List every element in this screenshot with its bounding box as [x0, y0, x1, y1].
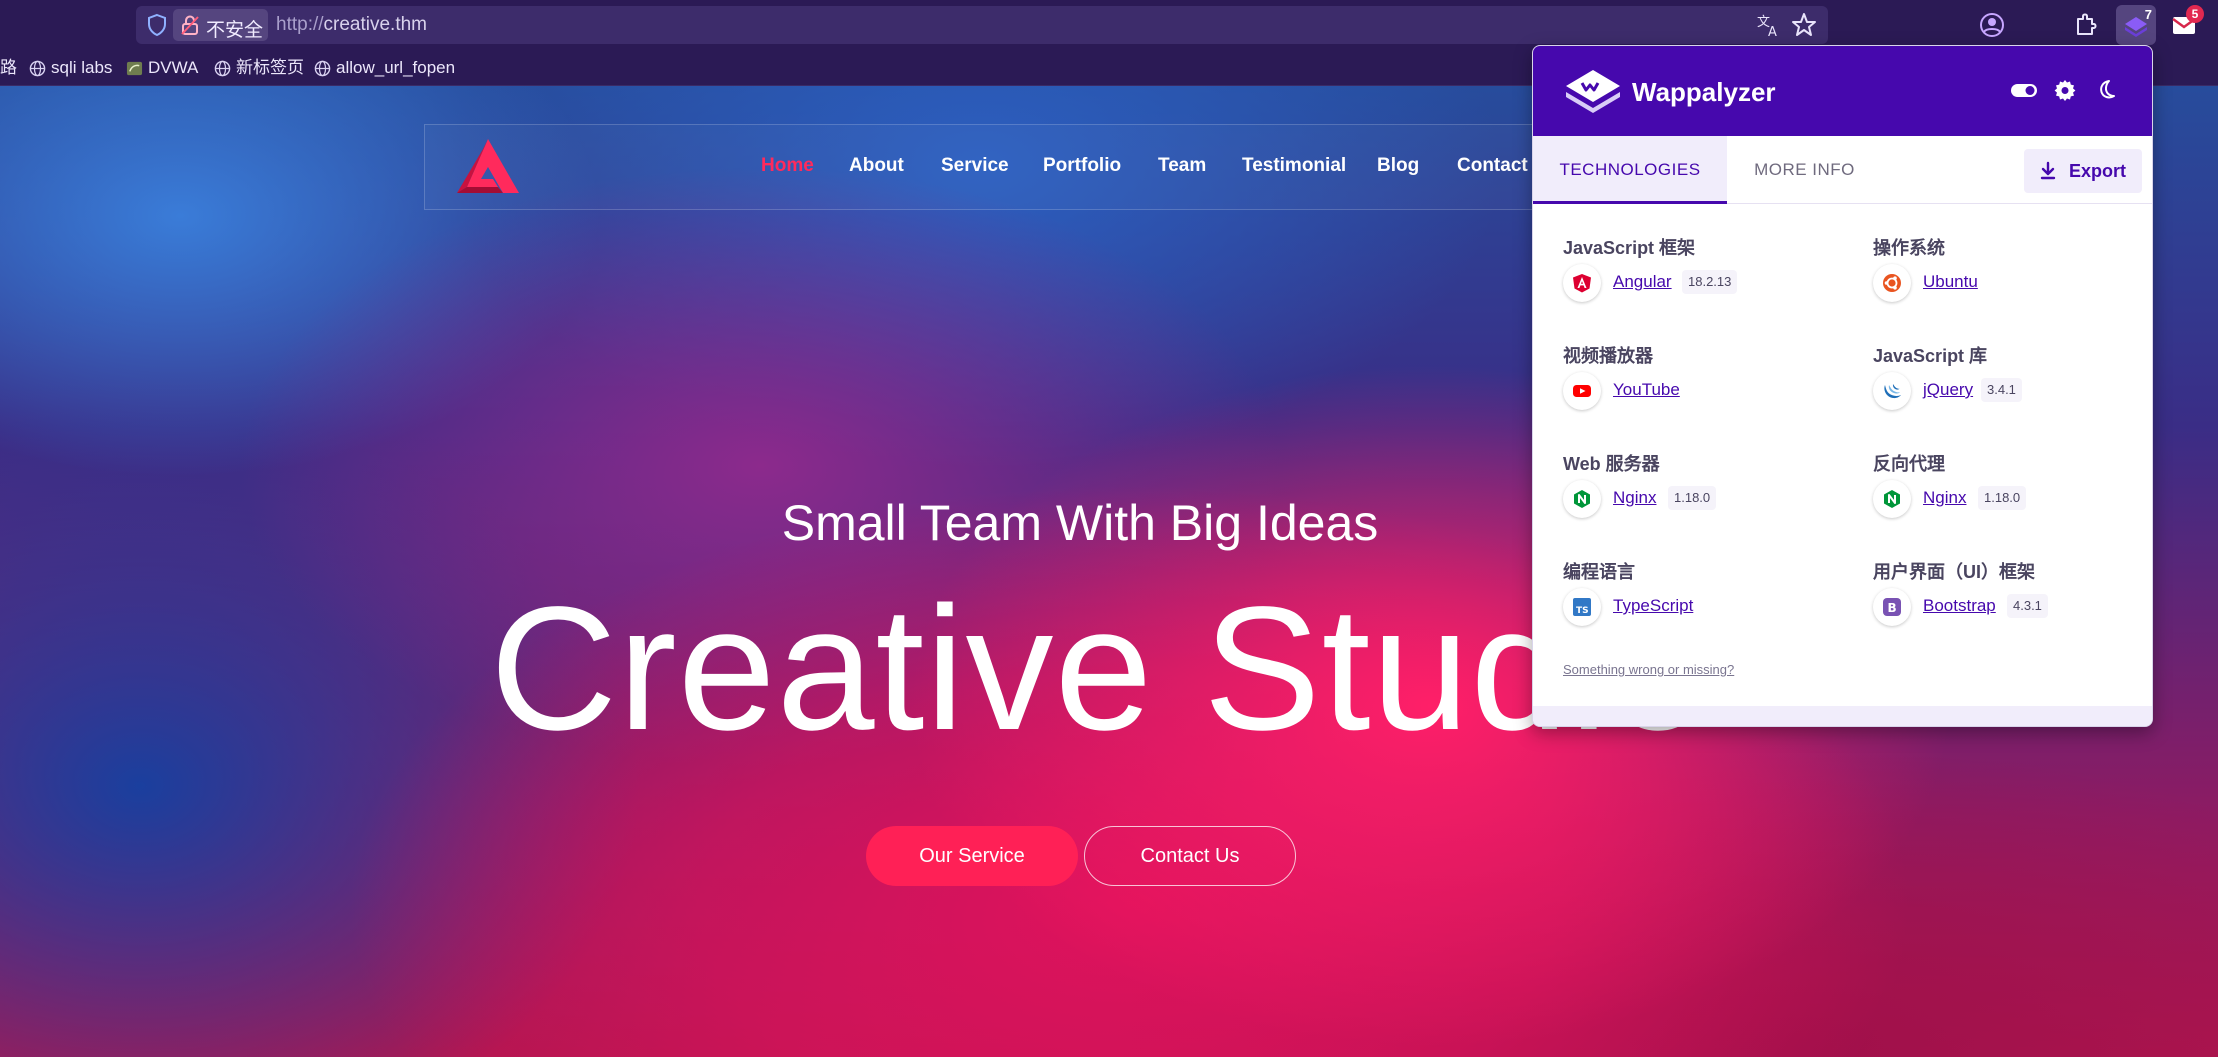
globe-icon — [29, 60, 46, 77]
bookmark-item[interactable]: DVWA — [126, 57, 198, 79]
nav-testimonial[interactable]: Testimonial — [1242, 155, 1346, 177]
tab-technologies[interactable]: TECHNOLOGIES — [1533, 136, 1727, 204]
bookmark-label: 新标签页 — [236, 58, 304, 77]
bootstrap-icon: B — [1873, 588, 1911, 626]
nginx-icon — [1873, 480, 1911, 518]
category-title: JavaScript 库 — [1873, 346, 1988, 366]
tracking-protection-shield-icon[interactable] — [146, 13, 168, 37]
category-javascript-libraries: JavaScript 库 jQuery 3.4.1 — [1873, 342, 2152, 432]
ubuntu-icon — [1873, 264, 1911, 302]
nav-portfolio[interactable]: Portfolio — [1043, 155, 1121, 177]
tech-name[interactable]: Angular — [1613, 272, 1672, 292]
nav-blog[interactable]: Blog — [1377, 155, 1419, 177]
toggle-switch-icon[interactable] — [2010, 78, 2038, 102]
browser-toolbar: 不安全 http://creative.thm 文 A 7 5 — [0, 0, 2218, 50]
feedback-link[interactable]: Something wrong or missing? — [1563, 662, 1734, 677]
bookmark-label: 路 — [0, 58, 17, 77]
url-protocol: http:// — [276, 14, 324, 35]
svg-text:A: A — [1768, 25, 1777, 39]
site-logo-icon[interactable] — [455, 137, 521, 197]
globe-icon — [314, 60, 331, 77]
tech-name[interactable]: jQuery — [1923, 380, 1973, 400]
nav-team[interactable]: Team — [1158, 155, 1206, 177]
download-icon — [2040, 161, 2056, 180]
wappalyzer-title: Wappalyzer — [1632, 77, 1776, 107]
tech-name[interactable]: Nginx — [1923, 488, 1966, 508]
tech-name[interactable]: Bootstrap — [1923, 596, 1996, 616]
nginx-icon — [1563, 480, 1601, 518]
category-title: 编程语言 — [1563, 562, 1635, 582]
category-reverse-proxies: 反向代理 Nginx 1.18.0 — [1873, 450, 2152, 540]
globe-icon — [214, 60, 231, 77]
hero-title: Creative Studio — [490, 571, 1709, 767]
not-secure-indicator[interactable]: 不安全 — [173, 9, 268, 41]
tech-version: 3.4.1 — [1981, 378, 2022, 402]
mail-badge: 5 — [2186, 5, 2204, 23]
tech-version: 4.3.1 — [2007, 594, 2048, 618]
wappalyzer-badge: 7 — [2144, 7, 2152, 22]
url-host: creative.thm — [323, 14, 428, 35]
tech-name[interactable]: Ubuntu — [1923, 272, 1978, 292]
wappalyzer-header: Wappalyzer — [1533, 46, 2152, 136]
category-title: 反向代理 — [1873, 454, 1945, 474]
export-button[interactable]: Export — [2024, 149, 2142, 193]
tab-more-info[interactable]: MORE INFO — [1727, 136, 1882, 204]
nav-home[interactable]: Home — [761, 155, 814, 177]
category-title: 操作系统 — [1873, 238, 1945, 258]
account-icon[interactable] — [1978, 11, 2006, 39]
tech-version: 18.2.13 — [1682, 270, 1738, 294]
wappalyzer-extension-button[interactable]: 7 — [2116, 5, 2156, 45]
nav-about[interactable]: About — [849, 155, 904, 177]
settings-gear-icon[interactable] — [2053, 78, 2077, 102]
tech-version: 1.18.0 — [1668, 486, 1717, 510]
tech-name[interactable]: Nginx — [1613, 488, 1656, 508]
category-javascript-frameworks: JavaScript 框架 Angular 18.2.13 — [1563, 234, 1853, 324]
mail-extension-button[interactable]: 5 — [2170, 5, 2204, 39]
category-video-players: 视频播放器 YouTube — [1563, 342, 1853, 432]
our-service-button[interactable]: Our Service — [866, 826, 1078, 886]
category-programming-languages: 编程语言 TS TypeScript — [1563, 558, 1853, 648]
translate-icon[interactable]: 文 A — [1755, 11, 1783, 39]
dvwa-icon — [126, 61, 143, 76]
not-secure-label: 不安全 — [206, 20, 264, 41]
bookmark-star-icon[interactable] — [1790, 11, 1818, 39]
bookmark-item[interactable]: allow_url_fopen — [314, 57, 455, 79]
tech-name[interactable]: TypeScript — [1613, 596, 1693, 616]
category-title: 视频播放器 — [1563, 346, 1653, 366]
bookmark-label: sqli labs — [51, 58, 113, 77]
angular-icon — [1563, 264, 1601, 302]
wappalyzer-logo-icon — [1566, 70, 1620, 113]
tech-version: 1.18.0 — [1978, 486, 2027, 510]
contact-us-button[interactable]: Contact Us — [1084, 826, 1296, 886]
category-title: 用户界面（UI）框架 — [1873, 562, 2035, 582]
tech-name[interactable]: YouTube — [1613, 380, 1680, 400]
bookmark-label: allow_url_fopen — [336, 58, 456, 77]
dark-mode-moon-icon[interactable] — [2094, 78, 2118, 102]
wappalyzer-popup: Wappalyzer TECHNOLOGIES MORE INFO Export… — [1532, 45, 2153, 727]
bookmark-item[interactable]: 新标签页 — [214, 57, 304, 79]
site-navbar: Home About Service Portfolio Team Testim… — [424, 124, 1594, 210]
extensions-puzzle-icon[interactable] — [2072, 11, 2100, 39]
nav-contact[interactable]: Contact — [1457, 155, 1528, 177]
youtube-icon — [1563, 372, 1601, 410]
bookmark-label: DVWA — [148, 58, 199, 77]
popup-footer — [1533, 706, 2152, 726]
category-operating-systems: 操作系统 Ubuntu — [1873, 234, 2152, 324]
typescript-icon: TS — [1563, 588, 1601, 626]
svg-text:B: B — [1888, 601, 1897, 615]
bookmark-item[interactable]: sqli labs — [29, 57, 112, 79]
bookmark-item[interactable]: 路 — [0, 57, 17, 79]
jquery-icon — [1873, 372, 1911, 410]
export-label: Export — [2069, 161, 2127, 181]
svg-text:TS: TS — [1576, 606, 1589, 616]
category-title: Web 服务器 — [1563, 454, 1660, 474]
url-text[interactable]: http://creative.thm — [276, 14, 427, 36]
nav-service[interactable]: Service — [941, 155, 1009, 177]
category-title: JavaScript 框架 — [1563, 238, 1696, 258]
broken-lock-icon — [181, 15, 199, 35]
category-ui-frameworks: 用户界面（UI）框架 B Bootstrap 4.3.1 — [1873, 558, 2152, 648]
wappalyzer-tabs: TECHNOLOGIES MORE INFO Export — [1533, 136, 2152, 204]
category-web-servers: Web 服务器 Nginx 1.18.0 — [1563, 450, 1853, 540]
